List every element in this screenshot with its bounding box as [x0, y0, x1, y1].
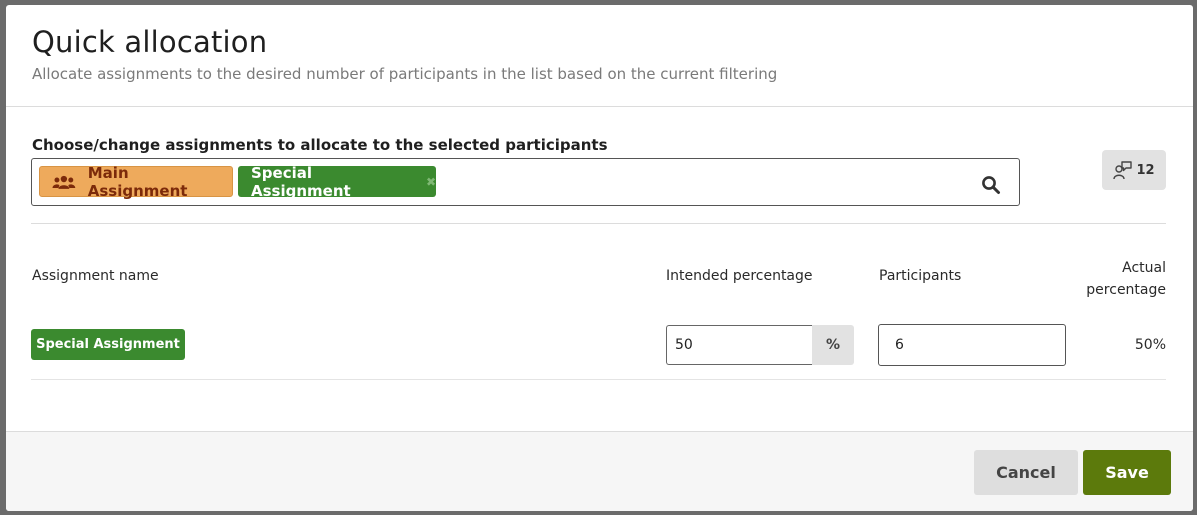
column-header-assignment-name: Assignment name [32, 268, 159, 284]
cancel-button[interactable]: Cancel [974, 450, 1078, 495]
dialog-title: Quick allocation [32, 25, 268, 59]
dialog-header: Quick allocation Allocate assignments to… [6, 5, 1193, 107]
intended-percentage-input[interactable] [666, 325, 814, 365]
percent-addon: % [812, 325, 854, 365]
assignment-picker-label: Choose/change assignments to allocate to… [32, 136, 608, 154]
dialog-subtitle: Allocate assignments to the desired numb… [32, 65, 778, 83]
dialog-footer: Cancel Save [6, 431, 1193, 511]
group-icon [52, 175, 76, 189]
participant-count: 12 [1136, 162, 1155, 178]
chip-main-assignment[interactable]: Main Assignment [39, 163, 233, 200]
chip-main-assignment-label: Main Assignment [87, 163, 188, 200]
person-speech-icon [1113, 161, 1133, 180]
assignment-picker-input[interactable]: Main Assignment Special Assignment ✖ [31, 158, 1020, 206]
participants-input[interactable] [878, 324, 1066, 366]
participant-count-button[interactable]: 12 [1102, 150, 1166, 190]
save-button[interactable]: Save [1083, 450, 1171, 495]
search-icon[interactable] [981, 175, 1001, 195]
row-divider [31, 379, 1166, 380]
close-icon[interactable]: ✖ [426, 175, 436, 189]
actual-percentage-value: 50% [1134, 337, 1166, 353]
column-header-intended-percentage: Intended percentage [666, 268, 813, 284]
quick-allocation-dialog: Quick allocation Allocate assignments to… [6, 5, 1193, 511]
row-assignment-chip: Special Assignment [31, 329, 185, 360]
column-header-actual-percentage: Actual percentage [1086, 260, 1166, 298]
chip-special-assignment-label: Special Assignment [251, 163, 351, 200]
column-header-participants: Participants [879, 268, 962, 284]
chip-special-assignment[interactable]: Special Assignment ✖ [238, 163, 436, 200]
section-divider [31, 223, 1166, 224]
